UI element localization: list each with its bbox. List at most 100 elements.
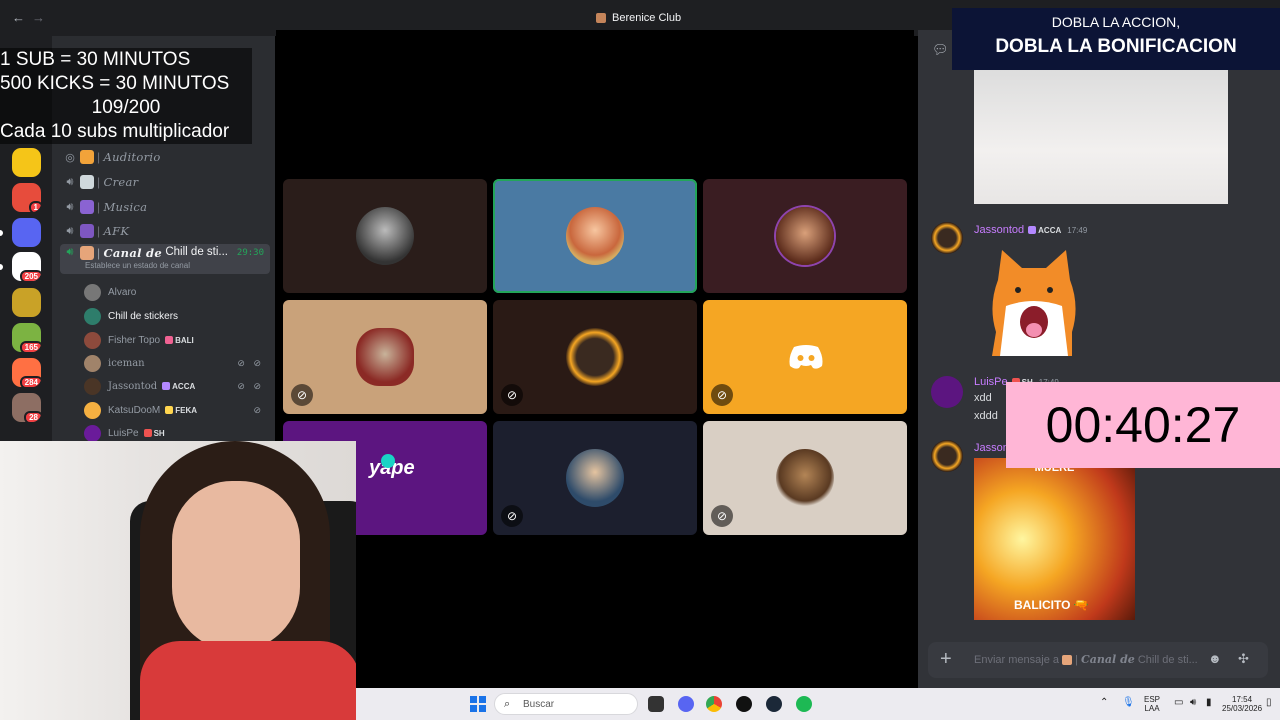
taskbar-search[interactable]: ⌕ Buscar <box>494 693 638 715</box>
channel-prefix: Canal de <box>103 246 163 260</box>
chat-bubble-icon[interactable]: 💬︎ <box>932 42 949 58</box>
tile-fisher-topo[interactable] <box>703 179 907 293</box>
microphone-icon[interactable]: 🎙︎ <box>1122 698 1135 708</box>
member-name: Chill de stickers <box>108 310 179 322</box>
server-icon-8[interactable]: 28 <box>12 393 41 422</box>
apps-icon[interactable]: ✣ <box>1238 651 1249 667</box>
member-chill-de-stickers[interactable]: Chill de stickers <box>84 305 268 327</box>
spotify-icon[interactable] <box>796 696 812 712</box>
task-view-icon[interactable] <box>648 696 664 712</box>
countdown-timer: 00:40:27 <box>1006 382 1280 468</box>
tile-user-8[interactable]: ⊘ <box>493 421 697 535</box>
tile-chill-de-stickers[interactable] <box>493 179 697 293</box>
tile-jassontod[interactable]: ⊘ <box>493 300 697 414</box>
clock[interactable]: 17:54 25/03/2026 <box>1222 695 1262 713</box>
mic-off-icon: ⊘ <box>711 384 733 406</box>
keyboard-layout: LAA <box>1144 704 1160 713</box>
member-tag: ACCA <box>162 382 195 391</box>
channel-crear[interactable]: 🔊︎ | Crear <box>60 171 270 193</box>
member-katsudoom[interactable]: KatsuDooM FEKA ⊘ <box>84 399 268 421</box>
network-icon[interactable]: ▭ <box>1174 698 1183 708</box>
unread-badge: 284 <box>19 376 41 387</box>
server-indicator <box>0 230 3 236</box>
meme-gif[interactable]: MUERE BALICITO 🔫 <box>974 458 1135 620</box>
member-tag: SH <box>143 429 165 438</box>
avatar <box>356 328 414 386</box>
tile-user-9[interactable]: ⊘ <box>703 421 907 535</box>
channel-name: Auditorio <box>103 150 161 164</box>
server-icon-4[interactable]: 205 <box>12 252 41 281</box>
mic-off-icon: ⊘ <box>501 505 523 527</box>
tray-chevron-icon[interactable]: ⌃ <box>1100 698 1108 708</box>
server-icon-7[interactable]: 284 <box>12 358 41 387</box>
muted-icons: ⊘ <box>253 404 264 415</box>
back-arrow-icon[interactable]: ← <box>12 10 25 25</box>
server-icon-5[interactable] <box>12 288 41 317</box>
overlay-line-1: 1 SUB = 30 MINUTOS <box>0 49 191 70</box>
message-author[interactable]: Jassontod ACCA 17:49 <box>974 224 1087 236</box>
member-iceman[interactable]: iceman ⊘ ⊘ <box>84 352 268 374</box>
message-composer[interactable]: + Enviar mensaje a | Canal de Chill de s… <box>928 642 1268 678</box>
channel-name: Chill de sti... <box>165 246 228 258</box>
tag-icon <box>165 406 174 414</box>
muted-icons: ⊘ ⊘ <box>237 357 264 368</box>
server-icon-2[interactable]: 1 <box>12 183 41 212</box>
member-alvaro[interactable]: Alvaro <box>84 281 268 303</box>
promo-banner: DOBLA LA ACCION, DOBLA LA BONIFICACION <box>952 8 1280 70</box>
windows-start-icon[interactable] <box>470 696 486 712</box>
member-name: Fisher Topo <box>108 334 161 346</box>
channel-afk[interactable]: 🔊︎ | AFK <box>60 220 270 242</box>
chrome-icon[interactable] <box>706 696 722 712</box>
search-placeholder: Buscar <box>523 699 555 710</box>
add-attachment-icon[interactable]: + <box>940 648 952 671</box>
volume-icon[interactable]: 🔊︎ <box>1190 698 1196 708</box>
author-name[interactable]: Jassontod <box>974 224 1024 236</box>
overlay-line-4: Cada 10 subs multiplicador <box>0 121 230 142</box>
channel-active-chill[interactable]: 🔊︎ | Canal de Chill de sti... 29:30 Esta… <box>60 244 270 274</box>
channel-musica[interactable]: 🔊︎ | Musica <box>60 196 270 218</box>
server-indicator <box>0 264 3 270</box>
language-code: ESP <box>1144 695 1161 704</box>
voice-stage: ⊘ ⊘ ⊘ yape ⊘ ⊘ <box>276 30 914 688</box>
member-name: Jassontod <box>108 380 158 392</box>
screen: ← → Berenice Club 1 205 165 284 28 ◎ | A… <box>0 0 1280 720</box>
member-jassontod[interactable]: Jassontod ACCA ⊘ ⊘ <box>84 375 268 397</box>
tag-icon <box>143 429 152 437</box>
obs-icon[interactable] <box>736 696 752 712</box>
tile-alvaro[interactable] <box>283 179 487 293</box>
channel-status-hint[interactable]: Establece un estado de canal <box>85 261 190 270</box>
forward-arrow-icon[interactable]: → <box>32 10 45 25</box>
emoji-picker-icon[interactable]: ☻ <box>1208 651 1222 666</box>
placeholder-prefix: Enviar mensaje a <box>974 654 1059 666</box>
red-top <box>140 641 356 720</box>
clock-time: 17:54 <box>1232 695 1253 704</box>
channel-auditorio[interactable]: ◎ | Auditorio <box>60 146 270 168</box>
face <box>172 481 300 651</box>
promo-line-2: DOBLA LA BONIFICACION <box>995 36 1237 57</box>
server-icon-1[interactable] <box>12 148 41 177</box>
keyboard-language[interactable]: ESP LAA <box>1144 695 1160 713</box>
server-icon-6[interactable]: 165 <box>12 323 41 352</box>
notification-icon[interactable]: ▯ <box>1266 698 1272 708</box>
placeholder-channel-name: Chill de sti... <box>1137 654 1198 666</box>
channel-name: Musica <box>103 200 148 214</box>
countdown-text: 00:40:27 <box>1045 397 1241 453</box>
discord-server-icon[interactable] <box>12 218 41 247</box>
member-name: Alvaro <box>108 286 137 298</box>
member-fisher-topo[interactable]: Fisher Topo BALI <box>84 329 268 351</box>
author-name[interactable]: LuisPe <box>974 376 1008 388</box>
webcam-feed <box>0 441 356 720</box>
avatar <box>84 401 101 419</box>
overlay-line-2: 500 KICKS = 30 MINUTOS <box>0 73 230 94</box>
stage-icon: ◎ <box>65 151 75 164</box>
channel-emoji-icon <box>80 200 94 214</box>
avatar <box>931 222 963 254</box>
promo-line-1: DOBLA LA ACCION, <box>1051 14 1181 30</box>
steam-icon[interactable] <box>766 696 782 712</box>
avatar <box>776 207 834 265</box>
battery-icon[interactable]: ▮ <box>1206 698 1212 708</box>
tile-iceman[interactable]: ⊘ <box>283 300 487 414</box>
tile-katsudoom[interactable]: ⊘ <box>703 300 907 414</box>
taskbar: ⌕ Buscar ⌃ 🎙︎ ESP LAA ▭ 🔊︎ ▮ 17:54 25/03… <box>356 688 1280 720</box>
discord-app-icon[interactable] <box>678 696 694 712</box>
